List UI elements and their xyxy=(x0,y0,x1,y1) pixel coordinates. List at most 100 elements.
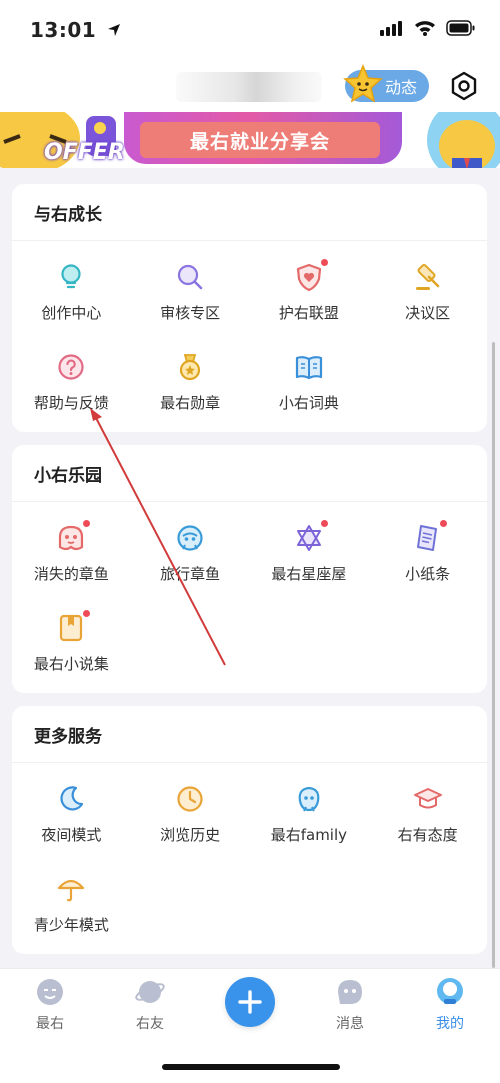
section-paradise: 小右乐园 消失的章鱼 旅行章鱼 最右星座屋 小纸条 最右小说集 xyxy=(12,445,487,693)
grid-item-label: 青少年模式 xyxy=(33,915,109,934)
grid-item-label: 决议区 xyxy=(405,303,451,322)
status-bar: 13:01 xyxy=(0,0,500,60)
settings-icon xyxy=(451,71,477,101)
planet-icon xyxy=(135,981,165,1003)
grid-item-novel-collection[interactable]: 最右小说集 xyxy=(12,598,131,688)
grid-item-teen-mode[interactable]: 青少年模式 xyxy=(12,859,131,949)
section-more-services-title: 更多服务 xyxy=(12,706,487,763)
section-growth-grid: 创作中心 审核专区 护右联盟 决议区 帮助与反馈 最右勋章 小右词典 xyxy=(12,241,487,427)
novel-book-icon xyxy=(60,614,83,641)
grid-item-guard-alliance[interactable]: 护右联盟 xyxy=(250,247,369,337)
battery-icon xyxy=(446,20,475,36)
help-icon xyxy=(58,353,84,380)
notification-dot xyxy=(83,609,91,617)
magnifier-icon xyxy=(178,264,203,289)
octopus-icon xyxy=(59,525,84,550)
grid-item-label: 最右勋章 xyxy=(160,393,221,412)
moon-icon xyxy=(60,785,84,811)
section-growth-title: 与右成长 xyxy=(12,184,487,241)
dongtai-label: 动态 xyxy=(384,78,417,97)
medal-icon xyxy=(180,353,201,380)
grid-item-paper-note[interactable]: 小纸条 xyxy=(368,508,487,598)
grid-item-label: 消失的章鱼 xyxy=(33,564,109,583)
family-icon xyxy=(298,786,320,811)
cellular-signal-icon xyxy=(380,21,402,36)
grid-item-resolution-zone[interactable]: 决议区 xyxy=(368,247,487,337)
home-indicator xyxy=(162,1064,340,1070)
grid-item-label: 夜间模式 xyxy=(41,825,102,844)
clock-icon xyxy=(177,785,203,812)
gavel-icon xyxy=(415,263,439,290)
notification-dot xyxy=(83,519,91,527)
grid-item-travel-octopus[interactable]: 旅行章鱼 xyxy=(131,508,250,598)
grid-item-label: 最右星座屋 xyxy=(271,564,347,583)
section-more-services-grid: 夜间模式 浏览历史 最右family 右有态度 青少年模式 xyxy=(12,763,487,949)
banner-offer-text: OFFER xyxy=(44,140,125,165)
grid-item-label: 帮助与反馈 xyxy=(33,393,109,412)
section-paradise-title: 小右乐园 xyxy=(12,445,487,502)
banner-mascot-right-icon xyxy=(427,112,500,168)
lightbulb-icon xyxy=(61,263,81,288)
grid-item-label: 审核专区 xyxy=(160,303,221,322)
status-icons xyxy=(380,20,476,36)
section-more-services: 更多服务 夜间模式 浏览历史 最右family 右有态度 青少年模式 xyxy=(12,706,487,954)
tab-messages[interactable]: 消息 xyxy=(310,977,390,1033)
notification-dot xyxy=(320,519,328,527)
settings-button[interactable] xyxy=(448,70,480,106)
grid-item-label: 护右联盟 xyxy=(278,303,339,322)
notification-dot xyxy=(320,258,328,266)
grid-item-attitude[interactable]: 右有态度 xyxy=(368,769,487,859)
star-of-david-icon xyxy=(296,524,321,551)
grid-item-label: 最右family xyxy=(270,825,348,844)
grid-item-label: 最右小说集 xyxy=(33,654,109,673)
grid-item-star-house[interactable]: 最右星座屋 xyxy=(250,508,369,598)
grid-item-medals[interactable]: 最右勋章 xyxy=(131,337,250,427)
section-growth: 与右成长 创作中心 审核专区 护右联盟 决议区 帮助与反馈 最右勋章 小右词典 xyxy=(12,184,487,432)
book-icon xyxy=(295,355,322,379)
time-text: 13:01 xyxy=(30,18,97,42)
shield-heart-icon xyxy=(296,263,321,291)
blurred-username xyxy=(176,72,322,102)
grid-item-night-mode[interactable]: 夜间模式 xyxy=(12,769,131,859)
tab-label: 最右 xyxy=(36,1016,64,1032)
location-arrow-icon xyxy=(107,24,120,36)
grid-item-creation-center[interactable]: 创作中心 xyxy=(12,247,131,337)
notification-dot xyxy=(439,519,447,527)
grid-item-browse-history[interactable]: 浏览历史 xyxy=(131,769,250,859)
add-post-button[interactable] xyxy=(225,977,275,1027)
tab-label: 我的 xyxy=(436,1016,464,1032)
tab-label: 消息 xyxy=(336,1016,364,1032)
dongtai-button[interactable]: 动态 xyxy=(343,64,429,103)
status-time: 13:01 xyxy=(30,18,122,42)
grid-item-label: 右有态度 xyxy=(397,825,458,844)
tab-friends[interactable]: 右友 xyxy=(110,977,190,1033)
grid-item-review-zone[interactable]: 审核专区 xyxy=(131,247,250,337)
grid-item-label: 浏览历史 xyxy=(160,825,221,844)
tab-profile[interactable]: 我的 xyxy=(410,977,490,1033)
grid-item-label: 小右词典 xyxy=(278,393,339,412)
section-paradise-grid: 消失的章鱼 旅行章鱼 最右星座屋 小纸条 最右小说集 xyxy=(12,502,487,688)
grid-item-dictionary[interactable]: 小右词典 xyxy=(250,337,369,427)
event-banner[interactable]: OFFER 最右就业分享会 xyxy=(0,112,500,168)
grid-item-vanishing-octopus[interactable]: 消失的章鱼 xyxy=(12,508,131,598)
wifi-icon xyxy=(415,21,435,36)
travel-octopus-icon xyxy=(177,524,203,551)
tab-label: 右友 xyxy=(136,1016,164,1032)
home-face-icon xyxy=(37,979,63,1005)
star-mascot-icon xyxy=(343,64,383,103)
scrollbar[interactable] xyxy=(492,342,495,968)
plus-icon xyxy=(238,990,262,1014)
umbrella-icon xyxy=(58,879,85,901)
grid-item-label: 小纸条 xyxy=(405,564,451,583)
grid-item-help-feedback[interactable]: 帮助与反馈 xyxy=(12,337,131,427)
tab-home[interactable]: 最右 xyxy=(10,977,90,1033)
grid-item-label: 创作中心 xyxy=(41,303,102,322)
banner-title: 最右就业分享会 xyxy=(140,122,380,158)
profile-header: 动态 xyxy=(0,60,500,112)
paper-note-icon xyxy=(416,524,437,551)
grid-item-family[interactable]: 最右family xyxy=(250,769,369,859)
grid-item-label: 旅行章鱼 xyxy=(160,564,221,583)
message-ghost-icon xyxy=(338,980,362,1004)
profile-icon xyxy=(437,978,463,1004)
graduation-cap-icon xyxy=(413,787,442,808)
